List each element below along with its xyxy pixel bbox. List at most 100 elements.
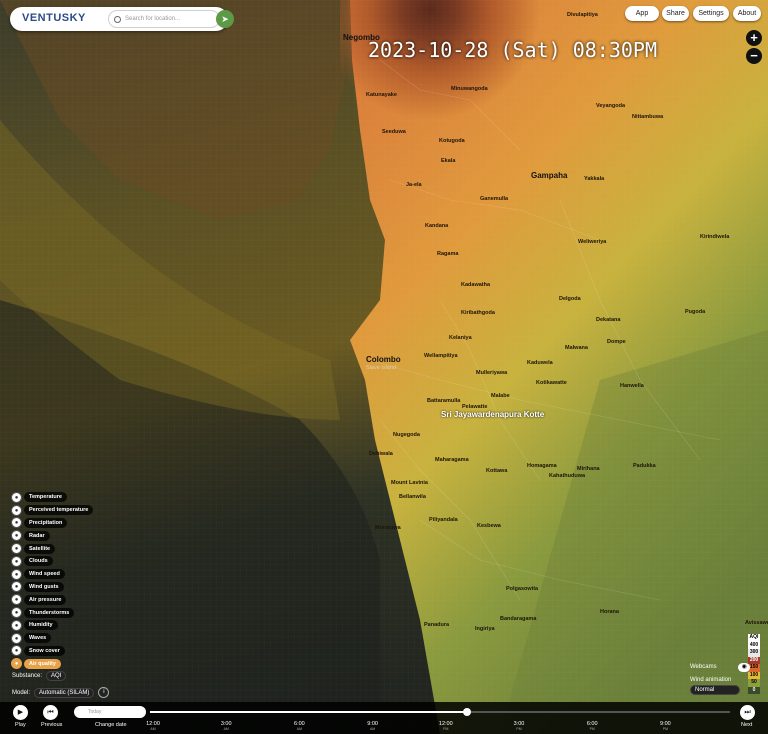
pressure-icon: ●	[11, 594, 22, 606]
radar-icon: ●	[11, 530, 22, 542]
town-label: Ragama	[437, 251, 459, 257]
layer-item-air-quality[interactable]: ● Air quality	[11, 657, 93, 670]
webcams-label: Webcams	[690, 664, 717, 670]
town-label: Padukka	[633, 463, 656, 469]
layer-item-wind-gusts[interactable]: ● Wind gusts	[11, 581, 93, 594]
next-button[interactable]: ⏭	[740, 705, 755, 720]
legend-title: AQI	[748, 634, 760, 642]
wind-animation-select[interactable]: Normal	[690, 685, 740, 695]
town-label: Dehiwala	[369, 451, 393, 457]
town-label: Kotugoda	[439, 138, 465, 144]
ventusky-logo[interactable]: VENTUSKY	[22, 12, 86, 24]
town-label: Seeduwa	[382, 129, 406, 135]
satellite-icon: ●	[11, 543, 22, 555]
date-field[interactable]: Today	[74, 706, 146, 718]
play-button[interactable]: ▶	[13, 705, 28, 720]
town-label: Katunayake	[366, 92, 397, 98]
timeline-tick[interactable]: 3:00 PM	[504, 721, 534, 731]
town-label: Veyangoda	[596, 103, 626, 109]
snowflake-icon: ●	[11, 645, 22, 657]
layer-item-radar[interactable]: ● Radar	[11, 529, 93, 542]
timeline-bar: ▶ Play ⏮ Previous Today Change date 12:0…	[0, 702, 768, 734]
town-label: Kahathuduwa	[549, 473, 586, 479]
about-button[interactable]: About	[733, 6, 761, 21]
waves-icon: ●	[11, 632, 22, 644]
wind-icon: ●	[11, 568, 22, 580]
layer-label: Clouds	[24, 556, 53, 567]
layer-label: Wind speed	[24, 569, 65, 580]
search-input[interactable]: Search for location...	[108, 10, 220, 28]
layer-label: Thunderstorms	[24, 607, 75, 618]
timeline-tick[interactable]: 9:00 PM	[650, 721, 680, 731]
town-label: Delgoda	[559, 296, 581, 302]
legend-step: 100	[748, 671, 760, 679]
town-label: Mirihana	[577, 466, 600, 472]
timeline-tick[interactable]: 12:00 PM	[431, 721, 461, 731]
layer-item-wind-speed[interactable]: ● Wind speed	[11, 568, 93, 581]
layer-label: Perceived temperature	[24, 505, 94, 516]
town-label: Mulleriyawa	[476, 370, 508, 376]
model-label: Model:	[12, 689, 31, 696]
layer-item-thunderstorms[interactable]: ● Thunderstorms	[11, 606, 93, 619]
town-label: Mount Lavinia	[391, 480, 428, 486]
layer-item-waves[interactable]: ● Waves	[11, 632, 93, 645]
timeline-handle[interactable]	[463, 708, 472, 716]
map-canvas[interactable]: Negombo Gampaha Colombo Slave Island Sri…	[0, 0, 768, 734]
city-label: Gampaha	[531, 171, 568, 180]
town-label: Malabe	[491, 393, 510, 399]
forecast-timestamp: 2023-10-28 (Sat) 08:30PM	[368, 38, 657, 62]
zoom-in-button[interactable]: +	[746, 30, 762, 46]
town-label: Bandaragama	[500, 616, 537, 622]
previous-button[interactable]: ⏮	[43, 705, 58, 720]
town-label: Kotikawatte	[536, 380, 567, 386]
timeline-tick[interactable]: 6:00 AM	[284, 721, 314, 731]
cloud-icon: ●	[11, 555, 22, 567]
timeline-tick[interactable]: 3:00 AM	[211, 721, 241, 731]
app-button[interactable]: App	[625, 6, 659, 21]
timeline-tick[interactable]: 9:00 AM	[358, 721, 388, 731]
gust-icon: ●	[11, 581, 22, 593]
layer-item-clouds[interactable]: ● Clouds	[11, 555, 93, 568]
layer-item-humidity[interactable]: ● Humidity	[11, 619, 93, 632]
city-label: Colombo	[366, 355, 401, 364]
timeline-tick[interactable]: 12:00 AM	[138, 721, 168, 731]
lightning-icon: ●	[11, 607, 22, 619]
town-label: Kaduwela	[527, 360, 553, 366]
town-label: Maharagama	[435, 457, 469, 463]
air-quality-icon: ●	[11, 658, 22, 670]
camera-icon: ◉	[738, 663, 751, 672]
town-label: Pelawatte	[462, 404, 488, 410]
town-label: Hanwella	[620, 383, 644, 389]
town-label: Minuwangoda	[451, 86, 488, 92]
top-bar: VENTUSKY Search for location... ➤	[10, 7, 234, 31]
town-label: Avissawella	[745, 620, 768, 626]
timeline-track[interactable]	[150, 708, 730, 716]
layer-label: Humidity	[24, 620, 58, 631]
layer-item-snow-cover[interactable]: ● Snow cover	[11, 645, 93, 658]
layer-item-perceived-temperature[interactable]: ● Perceived temperature	[11, 504, 94, 517]
settings-button[interactable]: Settings	[693, 6, 729, 21]
town-label: Moratuwa	[375, 525, 401, 531]
share-button[interactable]: Share	[662, 6, 689, 21]
locate-icon[interactable]: ➤	[216, 10, 234, 28]
layer-item-temperature[interactable]: ● Temperature	[11, 491, 93, 504]
town-label: Kottawa	[486, 468, 508, 474]
zoom-out-button[interactable]: −	[746, 48, 762, 64]
legend-step: 0	[748, 686, 760, 694]
layer-item-precipitation[interactable]: ● Precipitation	[11, 517, 93, 530]
city-label: Sri Jayawardenapura Kotte	[441, 410, 545, 419]
timeline-tick[interactable]: 6:00 PM	[577, 721, 607, 731]
town-label: Pugoda	[685, 309, 706, 315]
model-select[interactable]: Automatic (SILAM)	[34, 687, 95, 698]
webcams-toggle[interactable]: Webcams ◉	[690, 663, 751, 672]
layer-item-satellite[interactable]: ● Satellite	[11, 542, 93, 555]
substance-select[interactable]: AQI	[46, 671, 67, 681]
city-label: Slave Island	[366, 365, 396, 371]
legend-step: 50	[748, 679, 760, 687]
info-icon[interactable]: i	[98, 687, 110, 698]
layer-item-air-pressure[interactable]: ● Air pressure	[11, 593, 93, 606]
layer-label: Precipitation	[24, 517, 68, 528]
town-label: Wellampitiya	[424, 353, 458, 359]
previous-label: Previous	[41, 722, 63, 728]
town-label: Kirindiwela	[700, 234, 730, 240]
